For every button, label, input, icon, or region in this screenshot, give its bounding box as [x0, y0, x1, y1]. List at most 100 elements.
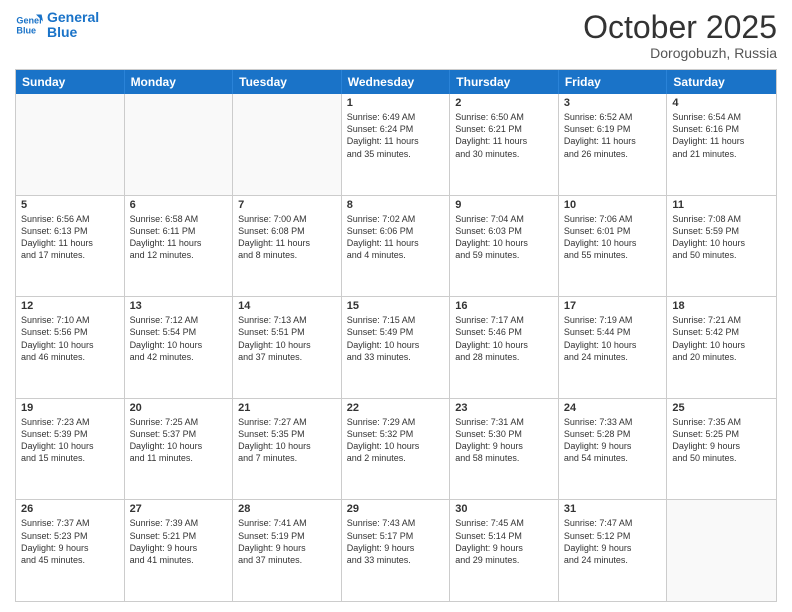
weekday-header: Friday [559, 70, 668, 94]
calendar-cell: 25 Sunrise: 7:35 AM Sunset: 5:25 PM Dayli… [667, 399, 776, 500]
cell-info: Sunrise: 7:41 AM Sunset: 5:19 PM Dayligh… [238, 517, 336, 566]
calendar-cell: 9Sunrise: 7:04 AM Sunset: 6:03 PM Daylig… [450, 196, 559, 297]
cell-info: Sunrise: 7:13 AM Sunset: 5:51 PM Dayligh… [238, 314, 336, 363]
calendar-cell: 19 Sunrise: 7:23 AM Sunset: 5:39 PM Dayli… [16, 399, 125, 500]
calendar-cell [16, 94, 125, 195]
weekday-header: Saturday [667, 70, 776, 94]
calendar-cell [125, 94, 234, 195]
calendar-cell: 7 Sunrise: 7:00 AM Sunset: 6:08 PM Daylig… [233, 196, 342, 297]
calendar-cell: 6 Sunrise: 6:58 AM Sunset: 6:11 PM Daylig… [125, 196, 234, 297]
day-number: 11 [672, 199, 771, 211]
calendar-row: 12 Sunrise: 7:10 AM Sunset: 5:56 PM Dayli… [16, 297, 776, 399]
day-number: 16 [455, 300, 553, 312]
calendar-cell: 31Sunrise: 7:47 AM Sunset: 5:12 PM Dayli… [559, 500, 668, 601]
calendar-cell: 11 Sunrise: 7:08 AM Sunset: 5:59 PM Dayli… [667, 196, 776, 297]
cell-info: Sunrise: 7:39 AM Sunset: 5:21 PM Dayligh… [130, 517, 228, 566]
weekday-header: Sunday [16, 70, 125, 94]
cell-info: Sunrise: 7:04 AM Sunset: 6:03 PM Dayligh… [455, 213, 553, 262]
svg-text:Blue: Blue [16, 26, 36, 36]
calendar-header: SundayMondayTuesdayWednesdayThursdayFrid… [16, 70, 776, 94]
calendar-cell: 3 Sunrise: 6:52 AM Sunset: 6:19 PM Daylig… [559, 94, 668, 195]
calendar-cell: 5Sunrise: 6:56 AM Sunset: 6:13 PM Daylig… [16, 196, 125, 297]
calendar-cell: 22Sunrise: 7:29 AM Sunset: 5:32 PM Dayli… [342, 399, 451, 500]
day-number: 8 [347, 199, 445, 211]
cell-info: Sunrise: 6:50 AM Sunset: 6:21 PM Dayligh… [455, 111, 553, 160]
cell-info: Sunrise: 6:49 AM Sunset: 6:24 PM Dayligh… [347, 111, 445, 160]
day-number: 25 [672, 402, 771, 414]
cell-info: Sunrise: 7:08 AM Sunset: 5:59 PM Dayligh… [672, 213, 771, 262]
calendar-cell: 10 Sunrise: 7:06 AM Sunset: 6:01 PM Dayli… [559, 196, 668, 297]
calendar-cell: 15Sunrise: 7:15 AM Sunset: 5:49 PM Dayli… [342, 297, 451, 398]
day-number: 14 [238, 300, 336, 312]
cell-info: Sunrise: 7:25 AM Sunset: 5:37 PM Dayligh… [130, 416, 228, 465]
day-number: 30 [455, 503, 553, 515]
cell-info: Sunrise: 7:37 AM Sunset: 5:23 PM Dayligh… [21, 517, 119, 566]
calendar-cell: 28 Sunrise: 7:41 AM Sunset: 5:19 PM Dayli… [233, 500, 342, 601]
calendar-row: 19 Sunrise: 7:23 AM Sunset: 5:39 PM Dayli… [16, 399, 776, 501]
calendar-cell: 14 Sunrise: 7:13 AM Sunset: 5:51 PM Dayli… [233, 297, 342, 398]
weekday-header: Tuesday [233, 70, 342, 94]
location: Dorogobuzh, Russia [583, 45, 777, 61]
cell-info: Sunrise: 6:52 AM Sunset: 6:19 PM Dayligh… [564, 111, 662, 160]
cell-info: Sunrise: 7:06 AM Sunset: 6:01 PM Dayligh… [564, 213, 662, 262]
day-number: 6 [130, 199, 228, 211]
calendar-cell: 1 Sunrise: 6:49 AM Sunset: 6:24 PM Daylig… [342, 94, 451, 195]
day-number: 27 [130, 503, 228, 515]
calendar-cell: 16Sunrise: 7:17 AM Sunset: 5:46 PM Dayli… [450, 297, 559, 398]
cell-info: Sunrise: 7:23 AM Sunset: 5:39 PM Dayligh… [21, 416, 119, 465]
weekday-header: Monday [125, 70, 234, 94]
day-number: 10 [564, 199, 662, 211]
calendar-cell: 13Sunrise: 7:12 AM Sunset: 5:54 PM Dayli… [125, 297, 234, 398]
cell-info: Sunrise: 6:58 AM Sunset: 6:11 PM Dayligh… [130, 213, 228, 262]
day-number: 7 [238, 199, 336, 211]
day-number: 23 [455, 402, 553, 414]
cell-info: Sunrise: 7:21 AM Sunset: 5:42 PM Dayligh… [672, 314, 771, 363]
header: General Blue General Blue October 2025 D… [15, 10, 777, 61]
weekday-header: Wednesday [342, 70, 451, 94]
calendar-cell: 24 Sunrise: 7:33 AM Sunset: 5:28 PM Dayli… [559, 399, 668, 500]
title-block: October 2025 Dorogobuzh, Russia [583, 10, 777, 61]
calendar-cell: 26 Sunrise: 7:37 AM Sunset: 5:23 PM Dayli… [16, 500, 125, 601]
calendar-cell: 17 Sunrise: 7:19 AM Sunset: 5:44 PM Dayli… [559, 297, 668, 398]
day-number: 13 [130, 300, 228, 312]
day-number: 19 [21, 402, 119, 414]
day-number: 26 [21, 503, 119, 515]
day-number: 4 [672, 97, 771, 109]
day-number: 17 [564, 300, 662, 312]
cell-info: Sunrise: 7:27 AM Sunset: 5:35 PM Dayligh… [238, 416, 336, 465]
cell-info: Sunrise: 7:43 AM Sunset: 5:17 PM Dayligh… [347, 517, 445, 566]
calendar-cell: 23 Sunrise: 7:31 AM Sunset: 5:30 PM Dayli… [450, 399, 559, 500]
calendar-cell [233, 94, 342, 195]
day-number: 15 [347, 300, 445, 312]
day-number: 1 [347, 97, 445, 109]
day-number: 3 [564, 97, 662, 109]
cell-info: Sunrise: 6:54 AM Sunset: 6:16 PM Dayligh… [672, 111, 771, 160]
calendar-cell [667, 500, 776, 601]
cell-info: Sunrise: 7:35 AM Sunset: 5:25 PM Dayligh… [672, 416, 771, 465]
cell-info: Sunrise: 7:33 AM Sunset: 5:28 PM Dayligh… [564, 416, 662, 465]
logo-icon: General Blue [15, 11, 43, 39]
day-number: 2 [455, 97, 553, 109]
day-number: 31 [564, 503, 662, 515]
day-number: 29 [347, 503, 445, 515]
cell-info: Sunrise: 7:10 AM Sunset: 5:56 PM Dayligh… [21, 314, 119, 363]
day-number: 22 [347, 402, 445, 414]
cell-info: Sunrise: 6:56 AM Sunset: 6:13 PM Dayligh… [21, 213, 119, 262]
day-number: 12 [21, 300, 119, 312]
cell-info: Sunrise: 7:02 AM Sunset: 6:06 PM Dayligh… [347, 213, 445, 262]
day-number: 28 [238, 503, 336, 515]
calendar-cell: 20 Sunrise: 7:25 AM Sunset: 5:37 PM Dayli… [125, 399, 234, 500]
day-number: 24 [564, 402, 662, 414]
calendar-cell: 8 Sunrise: 7:02 AM Sunset: 6:06 PM Daylig… [342, 196, 451, 297]
cell-info: Sunrise: 7:00 AM Sunset: 6:08 PM Dayligh… [238, 213, 336, 262]
day-number: 20 [130, 402, 228, 414]
calendar-cell: 21 Sunrise: 7:27 AM Sunset: 5:35 PM Dayli… [233, 399, 342, 500]
calendar-body: 1 Sunrise: 6:49 AM Sunset: 6:24 PM Daylig… [16, 94, 776, 601]
calendar-row: 26 Sunrise: 7:37 AM Sunset: 5:23 PM Dayli… [16, 500, 776, 601]
calendar-cell: 29 Sunrise: 7:43 AM Sunset: 5:17 PM Dayli… [342, 500, 451, 601]
cell-info: Sunrise: 7:19 AM Sunset: 5:44 PM Dayligh… [564, 314, 662, 363]
cell-info: Sunrise: 7:31 AM Sunset: 5:30 PM Dayligh… [455, 416, 553, 465]
calendar: SundayMondayTuesdayWednesdayThursdayFrid… [15, 69, 777, 602]
day-number: 21 [238, 402, 336, 414]
logo-blue: Blue [47, 25, 99, 40]
